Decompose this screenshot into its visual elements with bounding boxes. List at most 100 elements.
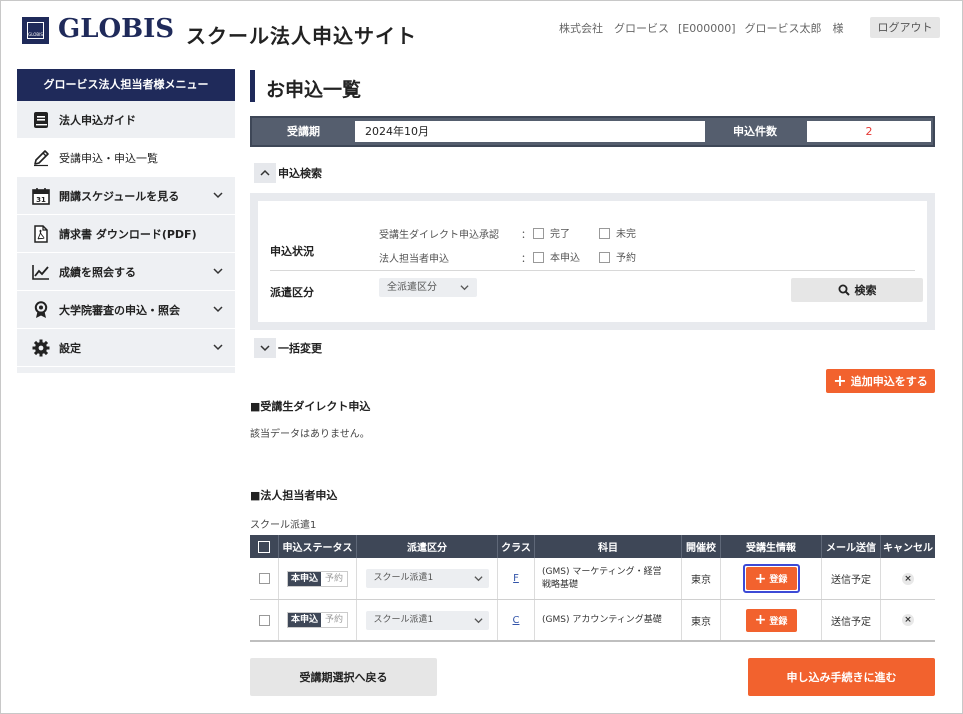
student-info-cell: + 登録	[721, 558, 822, 599]
col-mail: メール送信	[822, 535, 881, 558]
status-toggle[interactable]: 本申込 予約	[279, 600, 357, 640]
sidebar-item-graduate[interactable]: 大学院審査の申込・照会	[17, 291, 235, 329]
class-cell: C	[498, 600, 535, 640]
sidebar-item-grades[interactable]: 成績を照会する	[17, 253, 235, 291]
class-link[interactable]: F	[513, 573, 519, 584]
site-header: GLOBIS GLOBIS スクール法人申込サイト 株式会社 グロービス [E00…	[0, 0, 963, 62]
col-dispatch: 派遣区分	[357, 535, 498, 558]
sidebar-menu: グロービス法人担当者様メニュー 法人申込ガイド 受講申込・申込一覧 31 開講ス…	[17, 69, 235, 373]
cancel-x-icon[interactable]: ×	[902, 614, 914, 626]
subject-cell: (GMS) マーケティング・経営 戦略基礎	[535, 558, 682, 599]
chevron-down-icon	[473, 617, 483, 623]
count-value: 2	[807, 121, 931, 142]
col-cancel: キャンセル	[883, 543, 933, 554]
add-button-label: 追加申込をする	[850, 375, 928, 388]
dispatch-row-select[interactable]: スクール派遣1	[365, 610, 489, 630]
dispatch-row-value: スクール派遣1	[373, 573, 434, 583]
sidebar-item-schedule[interactable]: 31 開講スケジュールを見る	[17, 177, 235, 215]
sidebar-item-applications[interactable]: 受講申込・申込一覧	[17, 139, 235, 177]
col-subject: 科目	[535, 535, 682, 558]
col-school: 開催校	[682, 535, 721, 558]
direct-approval-label: 受講生ダイレクト申込承認	[379, 230, 499, 241]
dispatch-select[interactable]: 全派遣区分	[379, 278, 477, 297]
sidebar-item-label: 法人申込ガイド	[59, 113, 136, 127]
select-all-checkbox[interactable]	[250, 535, 279, 558]
company-name: 株式会社 グロービス	[559, 22, 669, 35]
proceed-button[interactable]: 申し込み手続きに進む	[748, 658, 935, 696]
corp-section-title: ■法人担当者申込	[250, 489, 338, 502]
subject-cell: (GMS) アカウンティング基礎	[535, 600, 682, 640]
pdf-icon	[31, 224, 51, 244]
corp-apply-label: 法人担当者申込	[379, 254, 449, 265]
status-reserve[interactable]: 予約	[321, 613, 348, 627]
mail-cell: 送信予定	[822, 558, 881, 599]
table-row: 本申込 予約 スクール派遣1 F (GMS) マーケティング・経営 戦略基礎 東京 …	[250, 558, 935, 600]
search-form: 申込状況 受講生ダイレクト申込承認 ： 完了 未完 法人担当者申込 ： 本申込 …	[258, 201, 927, 322]
chevron-down-icon	[473, 576, 483, 582]
chevron-up-icon	[254, 163, 276, 183]
cancel-x-icon[interactable]: ×	[902, 572, 914, 585]
user-name: グロービス太郎 様	[744, 22, 844, 35]
sidebar-item-label: 設定	[59, 341, 81, 355]
logout-button[interactable]: ログアウト	[870, 17, 940, 38]
dispatch-cell: スクール派遣1	[357, 558, 498, 599]
globis-logo-mark: GLOBIS	[22, 17, 49, 44]
plus-icon: +	[754, 570, 767, 587]
count-label: 申込件数	[733, 125, 777, 138]
site-title: スクール法人申込サイト	[186, 24, 417, 48]
colon-separator: ：	[521, 254, 531, 265]
back-to-period-button[interactable]: 受講期選択へ戻る	[250, 658, 437, 696]
checkbox-corp-reserve[interactable]: 予約	[599, 249, 636, 264]
award-icon	[31, 300, 51, 320]
status-reserve[interactable]: 予約	[321, 571, 348, 586]
sidebar-item-invoice[interactable]: 請求書 ダウンロード(PDF)	[17, 215, 235, 253]
status-filter-label: 申込状況	[270, 245, 314, 258]
sidebar-item-label: 受講申込・申込一覧	[59, 151, 158, 165]
subject-line: 戦略基礎	[542, 579, 579, 590]
search-button[interactable]: 検索	[791, 278, 923, 302]
row-checkbox[interactable]	[250, 600, 279, 640]
school-cell: 東京	[682, 600, 721, 640]
calendar-icon: 31	[31, 186, 51, 206]
class-link[interactable]: C	[513, 615, 520, 626]
student-info-cell: + 登録	[721, 600, 822, 640]
chevron-down-icon	[213, 268, 223, 275]
period-summary-bar: 受講期 2024年10月 申込件数 2	[250, 116, 935, 147]
dispatch-cell: スクール派遣1	[357, 600, 498, 640]
bulk-change-toggle[interactable]: 一括変更	[254, 338, 322, 358]
sidebar-item-settings[interactable]: 設定	[17, 329, 235, 367]
no-data-message: 該当データはありません。	[250, 429, 370, 440]
company-code: [E000000]	[678, 22, 736, 35]
status-toggle[interactable]: 本申込 予約	[279, 558, 357, 599]
checkbox-direct-complete[interactable]: 完了	[533, 225, 570, 240]
register-button[interactable]: + 登録	[745, 567, 797, 590]
register-button[interactable]: + 登録	[745, 608, 797, 632]
class-cell: F	[498, 558, 535, 599]
form-divider	[270, 270, 915, 271]
add-application-button[interactable]: + 追加申込をする	[826, 369, 935, 393]
chevron-down-icon	[213, 192, 223, 199]
table-header: 申込ステータス 派遣区分 クラス 科目 開催校 受講生情報 メール送信 キャンセ…	[250, 535, 935, 558]
col-status: 申込ステータス	[279, 535, 357, 558]
dispatch-row-select[interactable]: スクール派遣1	[365, 569, 489, 588]
checkbox-corp-main[interactable]: 本申込	[533, 249, 580, 264]
chart-line-icon	[31, 262, 51, 282]
user-info: 株式会社 グロービス [E000000] グロービス太郎 様	[559, 20, 853, 36]
page-title-accent	[250, 70, 255, 102]
sidebar-item-guide[interactable]: 法人申込ガイド	[17, 101, 235, 139]
sidebar-item-label: 開講スケジュールを見る	[59, 189, 180, 203]
bulk-change-label: 一括変更	[278, 342, 322, 355]
cancel-cell: ×	[881, 600, 935, 640]
sidebar-item-label: 請求書 ダウンロード(PDF)	[59, 227, 197, 241]
register-focus-ring: + 登録	[742, 564, 800, 593]
chevron-down-icon	[213, 306, 223, 313]
chevron-down-icon	[460, 285, 469, 291]
checkbox-direct-incomplete[interactable]: 未完	[599, 225, 636, 240]
row-checkbox[interactable]	[250, 558, 279, 599]
search-toggle[interactable]: 申込検索	[254, 163, 322, 183]
status-main[interactable]: 本申込	[287, 571, 321, 586]
direct-section-title: ■受講生ダイレクト申込	[250, 400, 371, 413]
search-panel: 申込状況 受講生ダイレクト申込承認 ： 完了 未完 法人担当者申込 ： 本申込 …	[250, 193, 935, 330]
school-cell: 東京	[682, 558, 721, 599]
status-main[interactable]: 本申込	[287, 613, 321, 627]
